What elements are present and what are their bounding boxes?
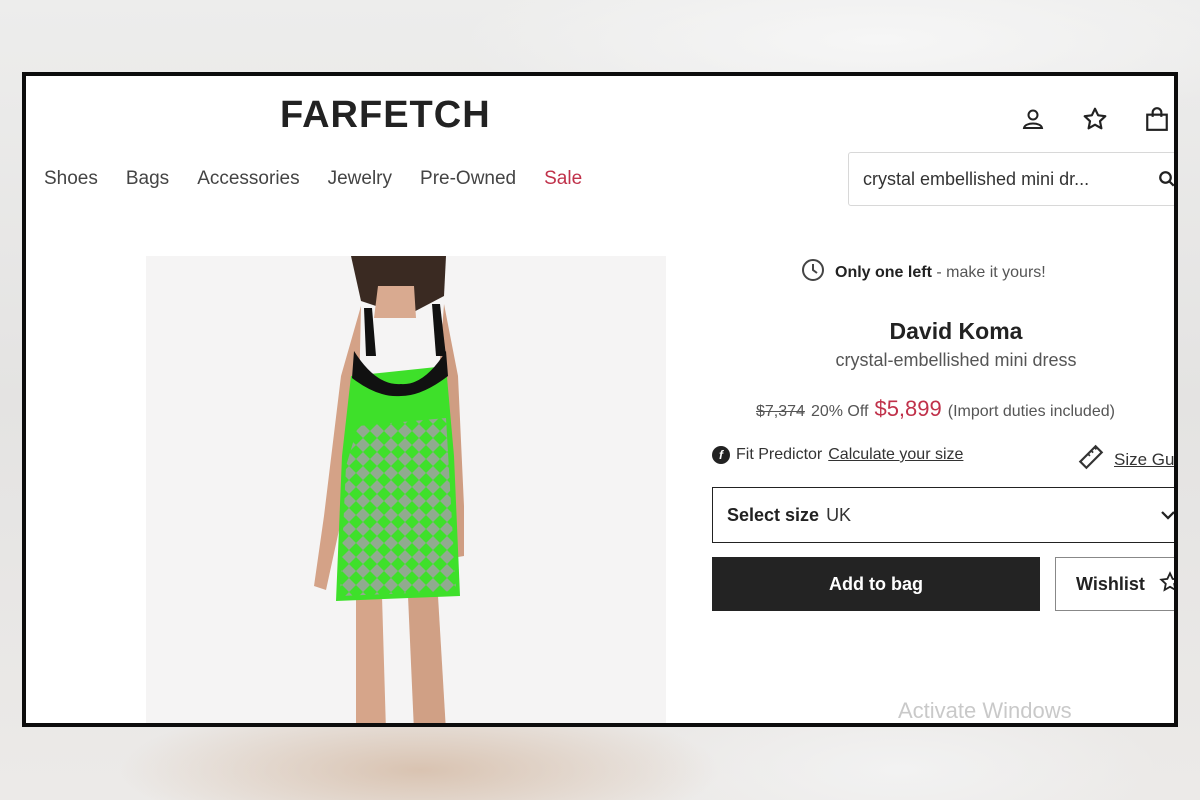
size-select[interactable]: Select size UK [712, 487, 1174, 543]
clock-icon [801, 258, 825, 287]
star-icon [1159, 570, 1174, 598]
stock-text: - make it yours! [936, 263, 1046, 281]
original-price: $7,374 [756, 403, 805, 420]
chevron-down-icon [1159, 506, 1174, 529]
sale-price: $5,899 [874, 396, 942, 421]
select-size-value: UK [826, 504, 852, 525]
nav-item-accessories[interactable]: Accessories [197, 168, 299, 190]
nav-item-jewelry[interactable]: Jewelry [328, 168, 392, 190]
wishlist-button[interactable]: Wishlist [1055, 557, 1174, 611]
browser-window: FARFETCH Shoes Bags Accessories Jewelry … [22, 72, 1178, 727]
select-size-label: Select size [727, 504, 820, 525]
category-nav: Shoes Bags Accessories Jewelry Pre-Owned… [44, 168, 582, 190]
add-to-bag-button[interactable]: Add to bag [712, 557, 1040, 611]
stock-notice: Only one left - make it yours! [801, 258, 1046, 287]
wishlist-star-icon[interactable] [1078, 102, 1112, 136]
ruler-icon [1078, 444, 1104, 475]
search-value: crystal embellished mini dr... [863, 168, 1090, 189]
calculate-size-link[interactable]: Calculate your size [828, 446, 963, 464]
farfetch-logo[interactable]: FARFETCH [280, 94, 491, 137]
windows-activation-watermark: Activate Windows [898, 698, 1072, 723]
price-row: $7,374 20% Off $5,899 (Import duties inc… [756, 396, 1115, 422]
discount-label: 20% Off [810, 403, 869, 420]
search-input[interactable]: crystal embellished mini dr... [848, 152, 1174, 206]
account-icon[interactable] [1016, 102, 1050, 136]
product-brand[interactable]: David Koma [716, 318, 1174, 345]
size-guide[interactable]: Size Gu [1078, 444, 1174, 475]
fit-predictor-label: Fit Predictor [736, 446, 823, 463]
wishlist-button-label: Wishlist [1076, 573, 1145, 594]
search-icon[interactable] [1147, 170, 1174, 188]
nav-item-pre-owned[interactable]: Pre-Owned [420, 168, 516, 190]
fit-predictor-icon: f [712, 446, 730, 464]
product-image[interactable] [146, 256, 666, 723]
duties-note: (Import duties included) [947, 403, 1115, 420]
product-name: crystal-embellished mini dress [835, 350, 1077, 370]
header-icons [1016, 102, 1174, 136]
nav-item-sale[interactable]: Sale [544, 168, 582, 190]
bag-icon[interactable] [1140, 102, 1174, 136]
size-guide-link[interactable]: Size Gu [1114, 450, 1174, 470]
fit-predictor: f Fit Predictor Calculate your size [712, 446, 963, 464]
nav-item-shoes[interactable]: Shoes [44, 168, 98, 190]
nav-item-bags[interactable]: Bags [126, 168, 169, 190]
stock-bold-text: Only one left [835, 263, 932, 281]
